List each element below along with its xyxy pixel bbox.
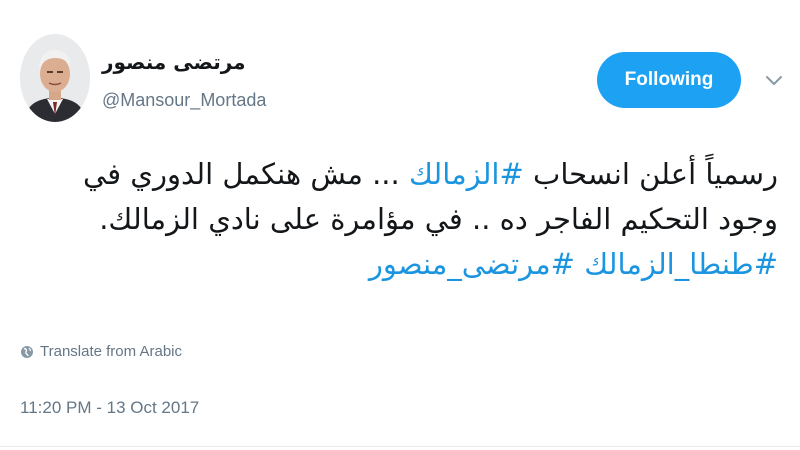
- hashtag-link[interactable]: #الزمالك: [409, 157, 524, 191]
- avatar-image: [20, 34, 90, 122]
- globe-icon: [21, 345, 33, 358]
- translate-link[interactable]: Translate from Arabic: [20, 343, 182, 360]
- hashtag-link[interactable]: #طنطا_الزمالك: [584, 247, 778, 281]
- display-name[interactable]: مرتضى منصور: [102, 50, 246, 74]
- tweet-line-3: #طنطا_الزمالك #مرتضى_منصور: [18, 242, 778, 287]
- tweet-text-segment: رسمياً أعلن انسحاب: [523, 157, 778, 191]
- hashtag-link[interactable]: #مرتضى_منصور: [369, 247, 575, 281]
- tweet-line-1: رسمياً أعلن انسحاب #الزمالك ... مش هنكمل…: [18, 152, 778, 197]
- tweet-card: مرتضى منصور @Mansour_Mortada Following ر…: [0, 0, 800, 450]
- following-button[interactable]: Following: [597, 52, 741, 108]
- tweet-text-segment: ... مش هنكمل الدوري في: [83, 157, 409, 191]
- timestamp[interactable]: 11:20 PM - 13 Oct 2017: [20, 398, 199, 418]
- tweet-line-2: وجود التحكيم الفاجر ده .. في مؤامرة على …: [99, 202, 778, 236]
- user-handle[interactable]: @Mansour_Mortada: [102, 90, 266, 111]
- divider: [0, 446, 800, 447]
- tweet-text: رسمياً أعلن انسحاب #الزمالك ... مش هنكمل…: [18, 152, 778, 287]
- translate-label: Translate from Arabic: [40, 343, 182, 360]
- avatar[interactable]: [20, 34, 90, 122]
- chevron-down-icon[interactable]: [764, 74, 784, 88]
